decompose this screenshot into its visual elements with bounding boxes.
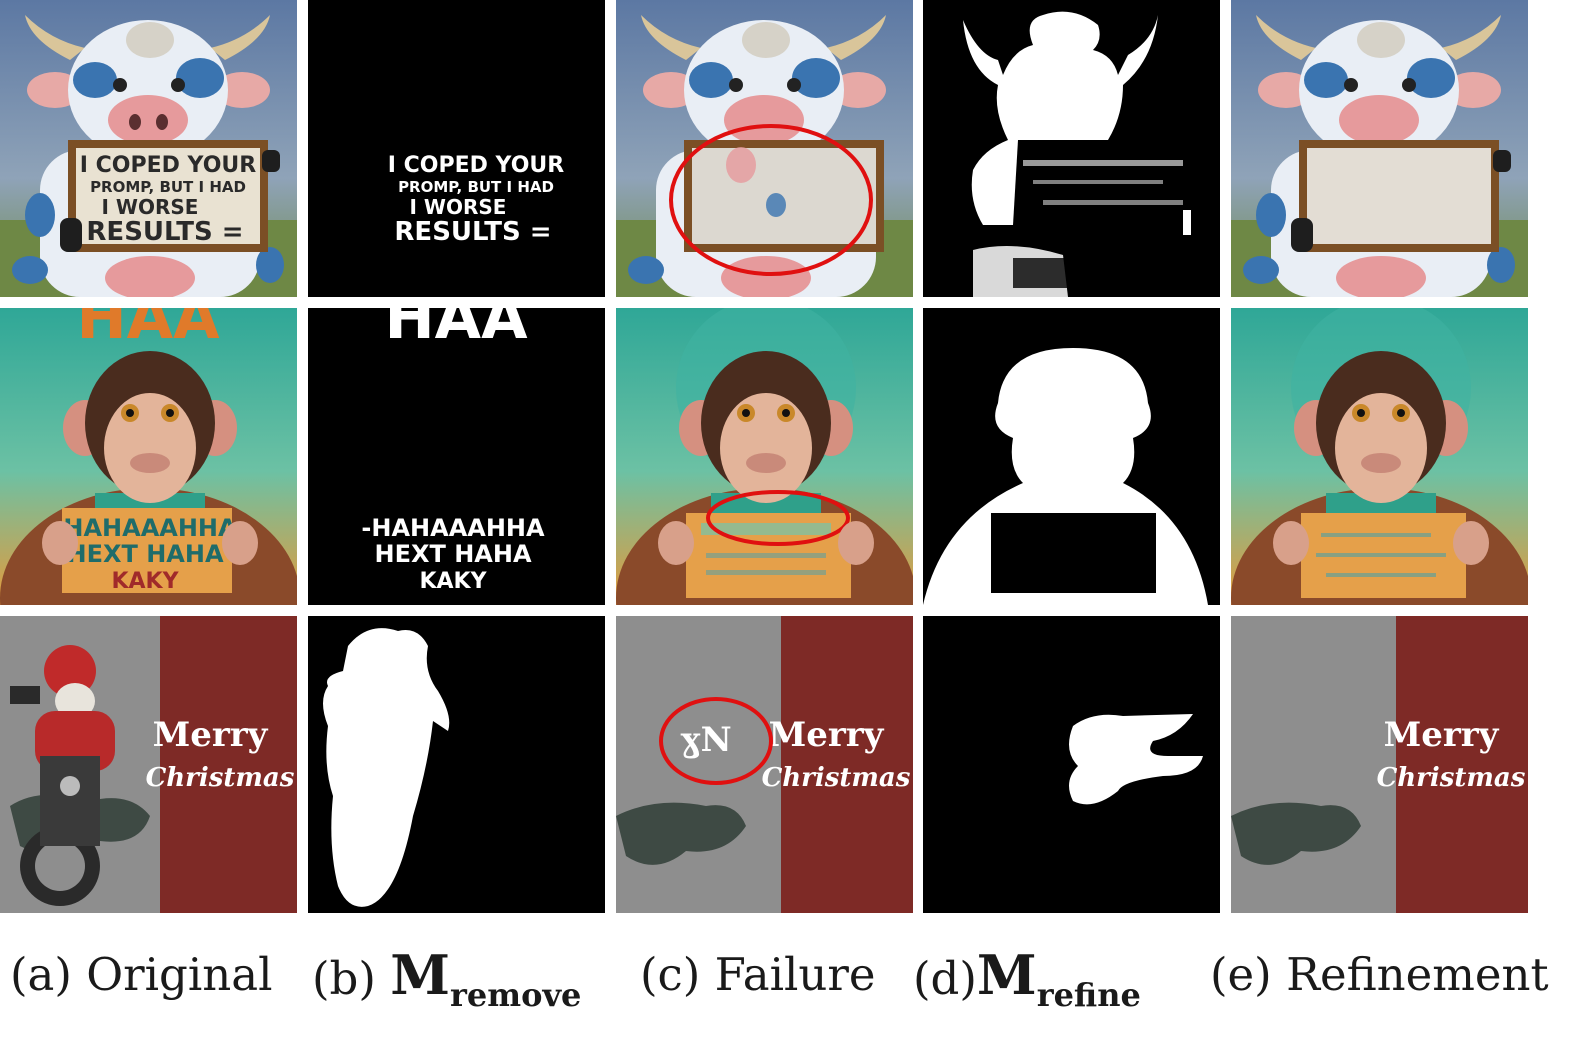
mask-line-2: PROMP, BUT I HAD (398, 178, 554, 196)
sign-line-2: PROMP, BUT I HAD (90, 178, 246, 196)
caption-prefix: (b) (312, 952, 376, 1005)
row3-refinement-image: Merry Christmas (1231, 616, 1528, 913)
mask-sign-line-3: KAKY (419, 569, 487, 594)
row1-m-remove-mask: I COPED YOUR PROMP, BUT I HAD I WORSE RE… (308, 0, 605, 297)
mask-sign-line-2: HEXT HAHA (374, 540, 531, 568)
caption-label: Refinement (1286, 948, 1549, 1001)
monkey-sign-line-3: KAKY (111, 569, 179, 594)
caption-label: Failure (714, 948, 876, 1001)
mask-line-3: I WORSE (410, 195, 507, 219)
mask-sign-line-1: -HAHAAAHHA (361, 514, 545, 542)
monkey-failure-svg (616, 308, 913, 605)
row2-failure-image (616, 308, 913, 605)
sign-line-3: I WORSE (102, 195, 199, 219)
xmas-original-svg: Merry Christmas (0, 616, 297, 913)
row1-refinement-image (1231, 0, 1528, 297)
christmas-text: Christmas (146, 763, 295, 793)
row1-m-refine-mask (923, 0, 1220, 297)
row2-m-refine-mask (923, 308, 1220, 605)
row2-original-image: HAA -HAHAAAHHA HEXT HAHA KAKY (0, 308, 297, 605)
row2-m-remove-mask: HAA -HAHAAAHHA HEXT HAHA KAKY (308, 308, 605, 605)
merry-text: Merry (1384, 715, 1500, 755)
cow-remove-mask-svg: I COPED YOUR PROMP, BUT I HAD I WORSE RE… (308, 0, 605, 297)
caption-m-refine: (d)Mrefine (913, 935, 1141, 1015)
monkey-refine-mask-svg (923, 308, 1220, 605)
cow-refine-mask-svg (923, 0, 1220, 297)
merry-text: Merry (153, 715, 269, 755)
sign-line-1: I COPED YOUR (80, 153, 256, 178)
monkey-remove-mask-svg: HAA -HAHAAAHHA HEXT HAHA KAKY (308, 308, 605, 605)
row3-failure-image: ɣN Merry Christmas (616, 616, 913, 913)
caption-subscript: remove (450, 976, 582, 1014)
merry-text: Merry (769, 715, 885, 755)
caption-original: (a) Original (10, 935, 272, 1015)
cow-failure-svg (616, 0, 913, 297)
caption-subscript: refine (1036, 976, 1141, 1014)
cow-refinement-svg (1231, 0, 1528, 297)
row1-failure-image (616, 0, 913, 297)
monkey-original-svg: HAA -HAHAAAHHA HEXT HAHA KAKY (0, 308, 297, 605)
xmas-failure-svg: ɣN Merry Christmas (616, 616, 913, 913)
row3-original-image: Merry Christmas (0, 616, 297, 913)
row3-m-refine-mask (923, 616, 1220, 913)
sign-line-4: RESULTS = (86, 217, 243, 247)
christmas-text: Christmas (762, 763, 911, 793)
top-text: HAA (76, 308, 220, 353)
xmas-refine-mask-svg (923, 616, 1220, 913)
mask-line-4: RESULTS = (394, 217, 551, 247)
caption-symbol: M (390, 943, 451, 1007)
monkey-sign-line-1: -HAHAAAHHA (53, 514, 237, 542)
xmas-remove-mask-svg (308, 616, 605, 913)
mask-line-1: I COPED YOUR (388, 153, 564, 178)
christmas-text: Christmas (1377, 763, 1526, 793)
xmas-refinement-svg: Merry Christmas (1231, 616, 1528, 913)
row1-original-image: I COPED YOUR PROMP, BUT I HAD I WORSE RE… (0, 0, 297, 297)
row3-m-remove-mask (308, 616, 605, 913)
caption-prefix: (c) (640, 948, 701, 1001)
cow-original-svg: I COPED YOUR PROMP, BUT I HAD I WORSE RE… (0, 0, 297, 297)
caption-symbol: M (976, 943, 1037, 1007)
failure-artifact-text: ɣN (680, 720, 732, 760)
monkey-sign-line-2: HEXT HAHA (66, 540, 223, 568)
caption-prefix: (a) (10, 948, 72, 1001)
caption-refinement: (e) Refinement (1210, 935, 1549, 1015)
caption-prefix: (e) (1210, 948, 1272, 1001)
monkey-refinement-svg (1231, 308, 1528, 605)
caption-failure: (c) Failure (640, 935, 876, 1015)
mask-top-text: HAA (384, 308, 528, 353)
row2-refinement-image (1231, 308, 1528, 605)
caption-label: Original (86, 948, 273, 1001)
caption-m-remove: (b) Mremove (312, 935, 581, 1015)
caption-prefix: (d) (913, 952, 977, 1005)
